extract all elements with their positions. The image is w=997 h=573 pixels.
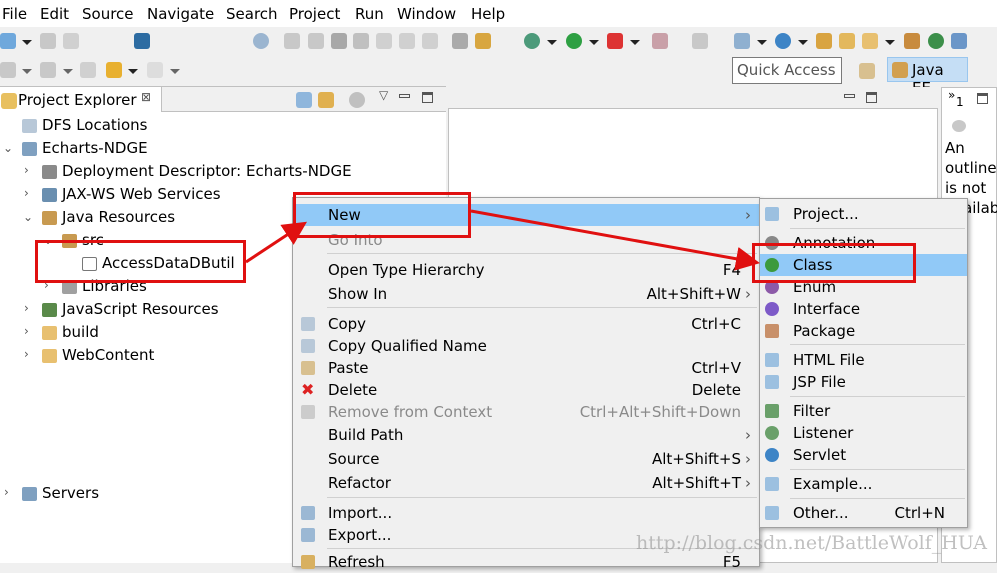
annotation-arrow-to-class — [470, 209, 760, 271]
watermark: http://blog.csdn.net/BattleWolf_HUA — [636, 532, 987, 554]
annotation-arrows — [245, 209, 760, 271]
annotation-arrow-to-new — [245, 221, 308, 264]
